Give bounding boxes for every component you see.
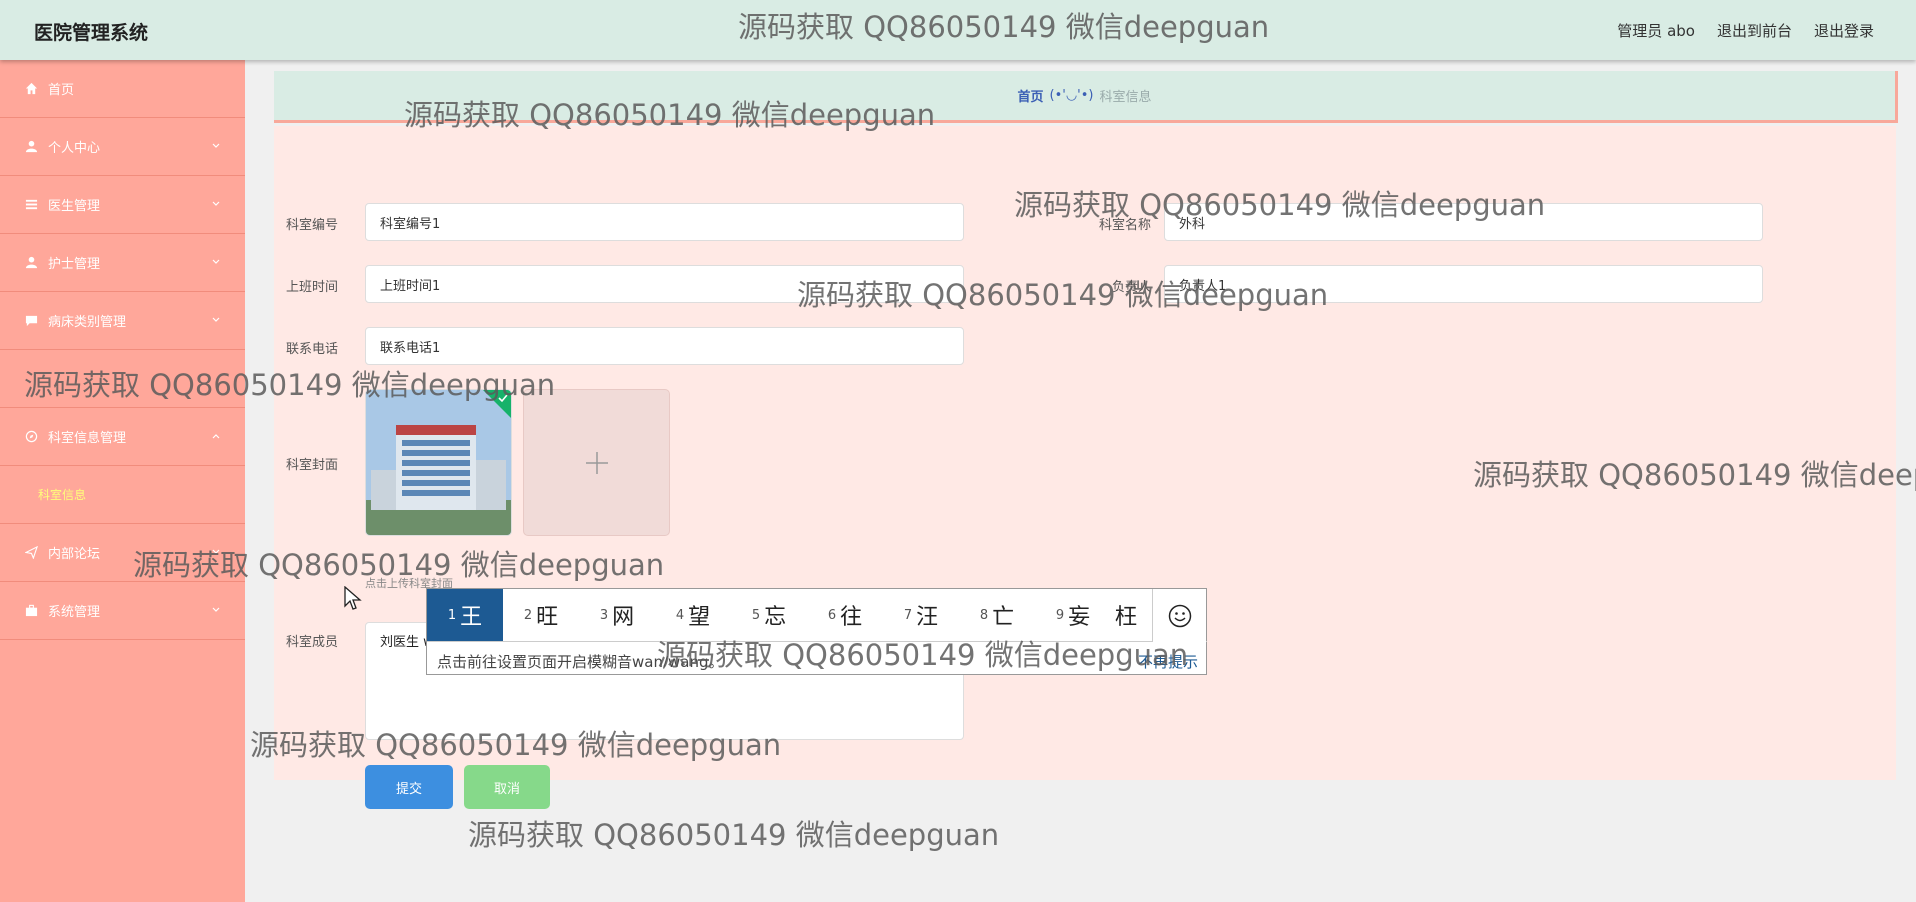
mouse-cursor-icon — [344, 586, 362, 610]
ime-candidate[interactable]: 8亡 — [959, 589, 1035, 641]
chevron-down-icon — [211, 604, 221, 619]
logout-link[interactable]: 退出登录 — [1814, 20, 1874, 41]
dept-no-label: 科室编号 — [285, 218, 338, 233]
ime-candidate[interactable]: 1王 — [427, 589, 503, 641]
cancel-button[interactable]: 取消 — [464, 765, 550, 809]
sidebar-item-label: 内部论坛 — [48, 547, 101, 562]
top-header: 医院管理系统 管理员 abo 退出到前台 退出登录 — [0, 0, 1916, 60]
compass-icon — [24, 430, 38, 444]
ime-fuzzy-tip[interactable]: 点击前往设置页面开启模糊音wan/wang。 — [437, 651, 724, 672]
dept-no-input[interactable]: 科室编号1 — [365, 203, 964, 241]
sidebar-item-label: 病床类别管理 — [48, 315, 127, 330]
chevron-down-icon — [211, 314, 221, 329]
phone-input[interactable]: 联系电话1 — [365, 327, 964, 365]
sidebar-item-label: 医生管理 — [48, 199, 101, 214]
sidebar-item-label: 系统管理 — [48, 605, 101, 620]
sidebar-item-forum[interactable]: 内部论坛 — [0, 524, 245, 582]
ime-candidate[interactable]: 3网 — [579, 589, 655, 641]
sidebar-item-label: 个人中心 — [48, 141, 101, 156]
sidebar-item-department-management[interactable]: 科室信息管理 — [0, 408, 245, 466]
sidebar-item-label: 护士管理 — [48, 257, 101, 272]
leader-label: 负责人 — [1111, 280, 1151, 295]
ime-candidate[interactable]: 9妄 — [1035, 589, 1111, 641]
breadcrumb-separator: (•'◡'•) — [1049, 88, 1094, 103]
phone-label: 联系电话 — [285, 342, 338, 357]
dept-name-input[interactable]: 外科 — [1164, 203, 1763, 241]
sidebar-item-label: 首页 — [48, 83, 75, 98]
chat-icon — [24, 314, 38, 328]
ime-candidate[interactable]: 6往 — [807, 589, 883, 641]
emoji-icon[interactable] — [1152, 589, 1206, 642]
department-form: 科室编号 科室编号1 科室名称 外科 上班时间 上班时间1 负责人 负责人1 联… — [274, 126, 1896, 809]
exit-to-frontend-link[interactable]: 退出到前台 — [1717, 20, 1792, 41]
chevron-down-icon — [211, 546, 221, 561]
sidebar-item-doctor-management[interactable]: 医生管理 — [0, 176, 245, 234]
sidebar-item-nurse-management[interactable]: 护士管理 — [0, 234, 245, 292]
chevron-up-icon — [211, 430, 221, 445]
admin-user-link[interactable]: 管理员 abo — [1617, 20, 1695, 41]
list-icon — [24, 198, 38, 212]
check-icon — [498, 394, 508, 403]
main-content: 首页 (•'◡'•) 科室信息 科室编号 科室编号1 科室名称 外科 上班时间 … — [245, 60, 1916, 902]
members-label: 科室成员 — [285, 635, 338, 650]
ime-candidate-row: 1王 2旺 3网 4望 5忘 6往 7汪 8亡 9妄 枉 — [427, 589, 1207, 642]
header-links: 管理员 abo 退出到前台 退出登录 — [1617, 20, 1874, 41]
cover-label: 科室封面 — [285, 458, 338, 473]
submit-button[interactable]: 提交 — [365, 765, 453, 809]
ime-candidate[interactable]: 枉 — [1111, 589, 1153, 641]
plus-icon — [585, 451, 608, 474]
sidebar-item-bed-category-management[interactable]: 病床类别管理 — [0, 292, 245, 350]
app-title: 医院管理系统 — [34, 22, 149, 44]
chevron-down-icon — [211, 140, 221, 155]
sidebar-item-label: 科室信息管理 — [48, 431, 127, 446]
home-icon — [24, 82, 38, 96]
ime-candidate-popup: 1王 2旺 3网 4望 5忘 6往 7汪 8亡 9妄 枉 点击前往设置页面开启模… — [426, 588, 1207, 675]
shift-time-input[interactable]: 上班时间1 — [365, 265, 964, 303]
user-icon — [24, 256, 38, 270]
cover-image-thumbnail[interactable] — [365, 389, 512, 536]
breadcrumb-current: 科室信息 — [1099, 90, 1152, 105]
sidebar-item-personal-center[interactable]: 个人中心 — [0, 118, 245, 176]
briefcase-icon — [24, 604, 38, 618]
sidebar-item-hidden[interactable] — [0, 350, 245, 408]
sidebar: 首页 个人中心 医生管理 护士管理 病床类别管理 科室信息管理 科室信息 内部论… — [0, 60, 245, 902]
breadcrumb-home-link[interactable]: 首页 — [1017, 86, 1043, 105]
dept-name-label: 科室名称 — [1098, 218, 1151, 233]
ime-candidate[interactable]: 2旺 — [503, 589, 579, 641]
ime-candidate[interactable]: 7汪 — [883, 589, 959, 641]
breadcrumb: 首页 (•'◡'•) 科室信息 — [274, 71, 1898, 123]
user-icon — [24, 140, 38, 154]
send-icon — [24, 546, 38, 560]
sidebar-item-system-management[interactable]: 系统管理 — [0, 582, 245, 640]
sidebar-item-home[interactable]: 首页 — [0, 60, 245, 118]
ime-candidate[interactable]: 5忘 — [731, 589, 807, 641]
shift-time-label: 上班时间 — [285, 280, 338, 295]
ime-candidate[interactable]: 4望 — [655, 589, 731, 641]
chevron-down-icon — [211, 198, 221, 213]
chevron-down-icon — [211, 256, 221, 271]
ime-dismiss-tip-link[interactable]: 不再提示 — [1138, 651, 1198, 672]
sidebar-subitem-department-info[interactable]: 科室信息 — [0, 466, 245, 524]
leader-input[interactable]: 负责人1 — [1164, 265, 1763, 303]
add-cover-button[interactable] — [523, 389, 670, 536]
